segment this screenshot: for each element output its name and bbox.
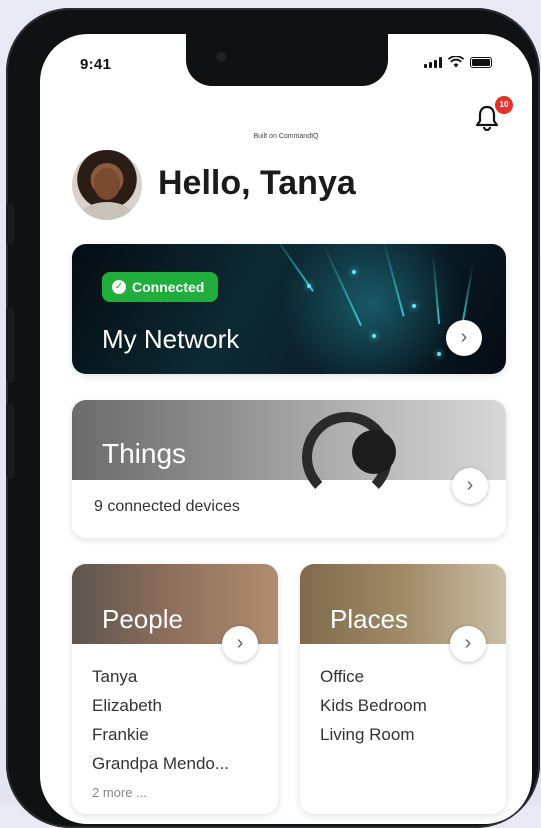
my-network-card[interactable]: ✓ Connected My Network › — [72, 244, 506, 374]
notch — [186, 34, 388, 86]
list-item[interactable]: Elizabeth — [92, 691, 229, 720]
battery-icon — [470, 57, 492, 68]
list-item[interactable]: Office — [320, 662, 427, 691]
volume-up-button — [6, 308, 14, 382]
volume-down-button — [6, 404, 14, 478]
more-link[interactable]: 2 more ... — [92, 778, 229, 807]
connected-label: Connected — [132, 279, 205, 295]
status-icons — [424, 56, 492, 68]
chevron-right-icon[interactable]: › — [222, 626, 258, 662]
places-list: Office Kids Bedroom Living Room — [320, 662, 427, 749]
app-screen: 9:41 Built on CommandIQ 10 Hello, Tanya — [40, 34, 532, 824]
phone-frame: 9:41 Built on CommandIQ 10 Hello, Tanya — [6, 8, 540, 828]
greeting-title: Hello, Tanya — [158, 164, 356, 202]
notification-badge: 10 — [495, 96, 513, 114]
people-list: Tanya Elizabeth Frankie Grandpa Mendo...… — [92, 662, 229, 807]
chevron-right-icon[interactable]: › — [446, 320, 482, 356]
chevron-right-icon[interactable]: › — [452, 468, 488, 504]
wifi-icon — [448, 56, 464, 68]
places-card[interactable]: Places › Office Kids Bedroom Living Room — [300, 564, 506, 814]
things-subtitle: 9 connected devices — [94, 498, 240, 515]
built-on-label: Built on CommandIQ — [253, 133, 319, 140]
people-title: People — [102, 604, 183, 634]
people-card[interactable]: People › Tanya Elizabeth Frankie Grandpa… — [72, 564, 278, 814]
list-item[interactable]: Living Room — [320, 720, 427, 749]
network-title: My Network — [102, 324, 240, 354]
list-item[interactable]: Tanya — [92, 662, 229, 691]
things-card[interactable]: Things › 9 connected devices — [72, 400, 506, 538]
list-item[interactable]: Frankie — [92, 720, 229, 749]
check-icon: ✓ — [112, 280, 126, 294]
camera — [216, 52, 226, 62]
status-time: 9:41 — [80, 56, 112, 73]
signal-icon — [424, 57, 442, 68]
list-item[interactable]: Kids Bedroom — [320, 691, 427, 720]
connected-badge: ✓ Connected — [102, 272, 219, 302]
mute-switch — [6, 204, 14, 244]
places-title: Places — [330, 604, 409, 634]
chevron-right-icon[interactable]: › — [450, 626, 486, 662]
list-item[interactable]: Grandpa Mendo... — [92, 749, 229, 778]
things-title: Things — [102, 438, 187, 469]
avatar[interactable] — [72, 150, 142, 220]
